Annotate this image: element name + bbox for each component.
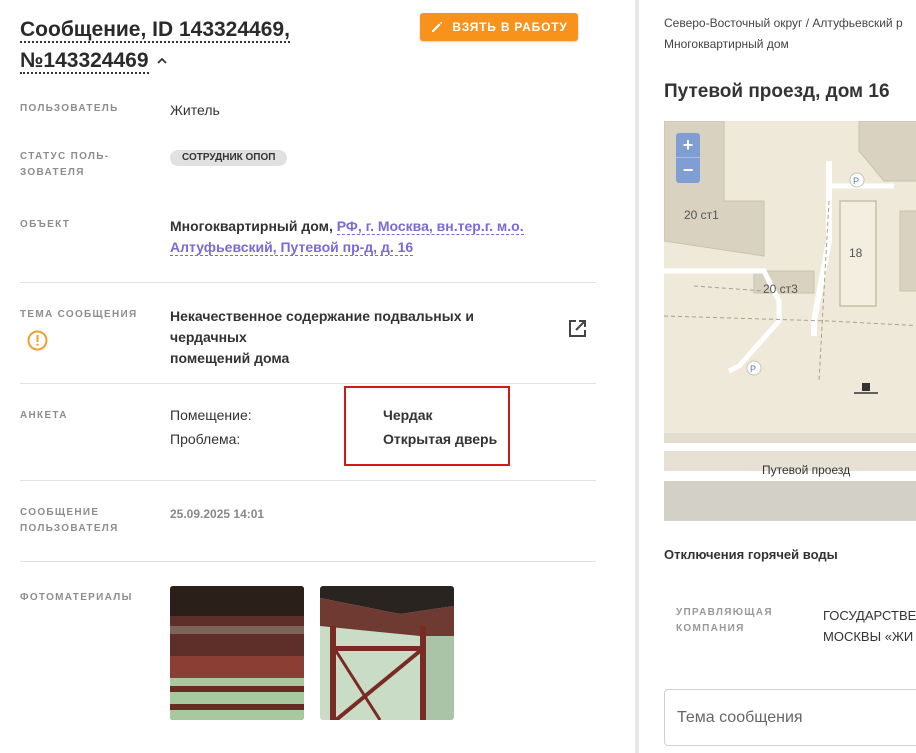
map-label-20st1: 20 ст1 — [684, 208, 719, 222]
user-message-date: 25.09.2025 14:01 — [170, 507, 265, 521]
management-company-label: УПРАВЛЯЮЩАЯ КОМПАНИЯ — [676, 607, 773, 634]
highlight-box — [344, 386, 510, 466]
management-company-value: ГОСУДАРСТВЕ МОСКВЫ «ЖИ — [823, 608, 916, 644]
map-label-street: Путевой проезд — [762, 463, 850, 477]
divider — [20, 561, 596, 562]
external-link-icon[interactable] — [567, 318, 588, 339]
topic-value: Некачественное содержание подвальных и ч… — [170, 308, 474, 366]
object-value: Многоквартирный дом, РФ, г. Москва, вн.т… — [170, 216, 570, 258]
photo-thumbnail[interactable] — [320, 586, 454, 720]
message-title: Сообщение, ID 143324469, №143324469 — [20, 14, 400, 76]
photo-thumbnail[interactable] — [170, 586, 304, 720]
chevron-up-icon[interactable] — [156, 56, 167, 66]
survey-question-room: Помещение: — [170, 407, 252, 423]
survey-question-problem: Проблема: — [170, 431, 241, 447]
take-to-work-label: ВЗЯТЬ В РАБОТУ — [452, 20, 568, 34]
message-panel: Сообщение, ID 143324469, №143324469 ВЗЯТ… — [0, 0, 635, 753]
divider — [20, 383, 596, 384]
map[interactable]: 20 ст1 20 ст3 18 Путевой проезд P P + − — [664, 121, 916, 521]
object-address-link[interactable]: РФ, г. Москва, вн.тер.г. м.о. — [336, 218, 524, 235]
map-label-20st3: 20 ст3 — [763, 282, 798, 296]
address-title: Путевой проезд, дом 16 — [664, 81, 890, 102]
user-label: ПОЛЬЗОВАТЕЛЬ — [20, 103, 119, 114]
divider — [20, 282, 596, 283]
message-topic-input[interactable] — [664, 689, 916, 746]
warning-icon — [27, 330, 48, 351]
survey-label: АНКЕТА — [20, 410, 68, 421]
zoom-out-button[interactable]: − — [676, 158, 700, 183]
pencil-icon — [432, 21, 443, 32]
object-type: Многоквартирный дом, — [170, 218, 333, 234]
breadcrumb: Северо-Восточный округ / Алтуфьевский р … — [664, 16, 903, 51]
user-message-label: СООБЩЕНИЕ ПОЛЬЗОВАТЕЛЯ — [20, 507, 119, 534]
object-address-link-2[interactable]: Алтуфьевский, Путевой пр-д, д. 16 — [170, 239, 414, 256]
hot-water-outage-title: Отключения горячей воды — [664, 547, 838, 562]
user-value: Житель — [170, 102, 220, 118]
photos-label: ФОТОМАТЕРИАЛЫ — [20, 592, 133, 603]
map-zoom-control: + − — [676, 133, 700, 183]
object-panel: Северо-Восточный округ / Алтуфьевский р … — [639, 0, 916, 753]
object-label: ОБЪЕКТ — [20, 219, 71, 230]
divider — [20, 480, 596, 481]
status-badge: СОТРУДНИК ОПОП — [170, 150, 288, 166]
map-canvas: 20 ст1 20 ст3 18 Путевой проезд P P — [664, 121, 916, 521]
zoom-in-button[interactable]: + — [676, 133, 700, 158]
take-to-work-button[interactable]: ВЗЯТЬ В РАБОТУ — [420, 13, 578, 41]
parking-icon: P — [853, 176, 859, 186]
user-status-label: СТАТУС ПОЛЬ- ЗОВАТЕЛЯ — [20, 151, 110, 178]
message-title-line1: Сообщение, ID 143324469, — [20, 18, 290, 43]
parking-icon: P — [750, 364, 756, 374]
map-label-18: 18 — [849, 246, 863, 260]
topic-label: ТЕМА СООБЩЕНИЯ — [20, 309, 138, 320]
message-title-line2: №143324469 — [20, 49, 149, 74]
